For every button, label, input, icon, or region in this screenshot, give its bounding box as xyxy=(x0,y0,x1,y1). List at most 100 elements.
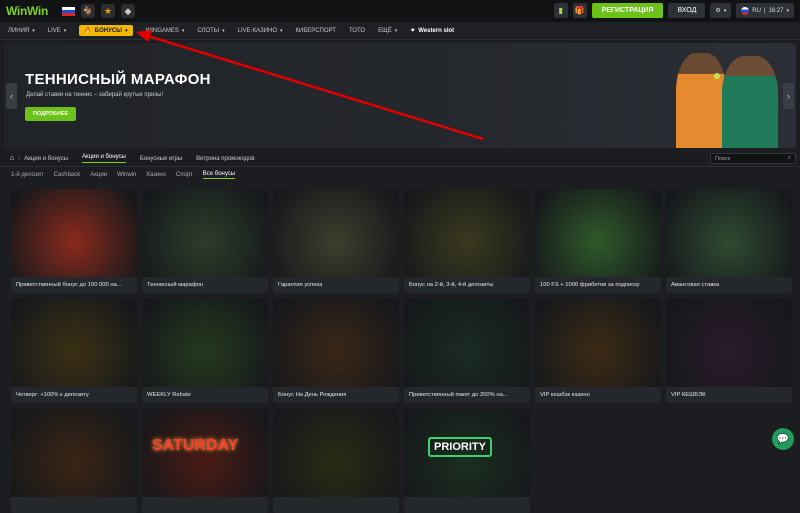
hero-player-man xyxy=(722,56,778,148)
bonus-card[interactable]: Бонус На День Рождения xyxy=(273,299,399,403)
russia-flag-icon[interactable] xyxy=(62,7,75,16)
register-button[interactable]: РЕГИСТРАЦИЯ xyxy=(592,3,664,18)
search-icon: ⌕ xyxy=(788,155,791,162)
bonus-card-label: Гарантия успеха xyxy=(273,277,399,293)
filter-all-bonuses[interactable]: Все бонусы xyxy=(203,171,235,179)
bonus-card[interactable]: VIP кешбэк казино xyxy=(535,299,661,403)
filter-promotions[interactable]: Акции xyxy=(90,172,107,178)
bonus-card-image xyxy=(404,189,530,277)
hero-player-woman xyxy=(676,53,726,148)
bonus-card[interactable]: 100 FS + 1000 фрибетов за подписку xyxy=(535,189,661,293)
hero-more-button[interactable]: ПОДРОБНЕЕ xyxy=(25,107,76,121)
bonus-card-image xyxy=(273,189,399,277)
nav-item-slots[interactable]: СЛОТЫ▾ xyxy=(197,28,224,34)
search-input[interactable]: Поиск⌕ xyxy=(710,153,796,164)
game-icon[interactable]: ◆ xyxy=(121,4,135,18)
filter-first-deposit[interactable]: 1-й депозит xyxy=(11,172,44,178)
filter-sport[interactable]: Спорт xyxy=(176,172,193,178)
bonus-card-label: WEEKLY Rebate xyxy=(142,387,268,403)
bonus-card-label: Приветственный пакет до 200% на... xyxy=(404,387,530,403)
nav-item-live[interactable]: LIVE▾ xyxy=(48,28,67,34)
bonus-card-label: Теннисный марафон xyxy=(142,277,268,293)
bonus-card-image xyxy=(11,299,137,387)
bonus-card[interactable]: Бонус на 2-й, 3-й, 4-й депозиты xyxy=(404,189,530,293)
sub-nav: ⌂ › Акции и бонусы Акции и бонусы Бонусн… xyxy=(0,151,800,167)
goat-icon[interactable]: 🐐 xyxy=(81,4,95,18)
logo[interactable]: WinWin xyxy=(6,4,48,18)
tab-bonus-games[interactable]: Бонусные игры xyxy=(140,156,182,162)
lang-label: RU xyxy=(752,8,761,14)
bonus-card-image xyxy=(11,189,137,277)
bonus-card-label: VIP кешбэк казино xyxy=(535,387,661,403)
bonus-card-image xyxy=(666,189,792,277)
bonus-card-label: Приветственный бонус до 100 000 на... xyxy=(11,277,137,293)
bonus-card-label: 100 FS + 1000 фрибетов за подписку xyxy=(535,277,661,293)
tab-promo-codes[interactable]: Витрина промокодов xyxy=(196,156,254,162)
bonus-card-label: Четверг: +100% к депозиту xyxy=(11,387,137,403)
home-icon[interactable]: ⌂ xyxy=(10,155,14,162)
bonus-card[interactable]: Теннисный марафон xyxy=(142,189,268,293)
bonus-card[interactable]: Четверг: +100% к депозиту xyxy=(11,299,137,403)
bonus-card[interactable]: WEEKLY Rebate xyxy=(142,299,268,403)
bonus-card[interactable]: Гарантия успеха xyxy=(273,189,399,293)
star-icon: ✦ xyxy=(410,27,415,34)
bonus-card-label xyxy=(11,497,137,513)
gift-icon[interactable]: 🎁 xyxy=(573,3,587,18)
nav-item-bonuses[interactable]: 🔥БОНУСЫ▾ xyxy=(79,25,132,36)
bonus-card-image xyxy=(535,299,661,387)
nav-item-western-slot[interactable]: ✦Western slot xyxy=(410,27,454,34)
time-label: 16:27 xyxy=(768,8,783,14)
bonus-card[interactable]: Приветственный пакет до 200% на... xyxy=(404,299,530,403)
bonus-card-image xyxy=(142,299,268,387)
bonus-grid: Приветственный бонус до 100 000 на... Тен… xyxy=(11,189,791,513)
nav-item-live-casino[interactable]: LIVE-КАЗИНО▾ xyxy=(238,28,283,34)
promo-icon[interactable]: ★ xyxy=(101,4,115,18)
hero-title: ТЕННИСНЫЙ МАРАФОН xyxy=(25,71,211,88)
bonus-card-image xyxy=(11,409,137,497)
bonus-card-image xyxy=(535,189,661,277)
tab-promotions[interactable]: Акции и бонусы xyxy=(82,154,126,163)
nav-item-esports[interactable]: КИБЕРСПОРТ xyxy=(296,28,336,34)
ru-flag-icon xyxy=(741,7,749,15)
breadcrumb[interactable]: Акции и бонусы xyxy=(24,156,68,162)
top-bar: WinWin 🐐 ★ ◆ ▮ 🎁 РЕГИСТРАЦИЯ ВХОД ⚙ ▾ RU… xyxy=(0,0,800,22)
filter-cashback[interactable]: Cashback xyxy=(54,172,81,178)
priority-art-text: PRIORITY xyxy=(428,437,492,457)
nav-item-line[interactable]: ЛИНИЯ▾ xyxy=(8,28,35,34)
bonus-card-image xyxy=(273,409,399,497)
filter-bar: 1-й депозит Cashback Акции Winwin Казино… xyxy=(0,168,800,182)
login-button[interactable]: ВХОД xyxy=(668,3,705,18)
settings-button[interactable]: ⚙ ▾ xyxy=(710,3,731,18)
fire-icon: 🔥 xyxy=(84,27,91,34)
bonus-card[interactable]: Приветственный бонус до 100 000 на... xyxy=(11,189,137,293)
bonus-card-image: PRIORITY xyxy=(404,409,530,497)
chat-button[interactable]: 💬 xyxy=(772,428,794,450)
filter-winwin[interactable]: Winwin xyxy=(117,172,136,178)
bonus-card-image: SATURDAY xyxy=(142,409,268,497)
bonus-card[interactable] xyxy=(11,409,137,513)
language-time-selector[interactable]: RU | 16:27 ▾ xyxy=(736,3,794,18)
bonus-card-label: Бонус На День Рождения xyxy=(273,387,399,403)
bonus-card-label xyxy=(273,497,399,513)
bonus-card[interactable] xyxy=(273,409,399,513)
hero-next-button[interactable]: › xyxy=(783,83,794,109)
tennis-ball-icon xyxy=(714,73,720,79)
bonus-card[interactable]: SATURDAY xyxy=(142,409,268,513)
bonus-card-image xyxy=(273,299,399,387)
bonus-card-image xyxy=(142,189,268,277)
bonus-card[interactable]: PRIORITY xyxy=(404,409,530,513)
hero-subtitle: Делай ставки на теннис – забирай крутые … xyxy=(26,92,163,98)
hero-prev-button[interactable]: ‹ xyxy=(6,83,17,109)
bonus-card-label: Бонус на 2-й, 3-й, 4-й депозиты xyxy=(404,277,530,293)
bonus-card[interactable]: Авансовая ставка xyxy=(666,189,792,293)
nav-item-wingames[interactable]: WINGAMES▾ xyxy=(146,28,185,34)
hero-banner[interactable]: ‹ › ТЕННИСНЫЙ МАРАФОН Делай ставки на те… xyxy=(4,43,796,148)
nav-item-more[interactable]: ЕЩЁ▾ xyxy=(378,28,397,34)
bonus-card-label: Авансовая ставка xyxy=(666,277,792,293)
filter-casino[interactable]: Казино xyxy=(146,172,166,178)
bonus-card-image xyxy=(404,299,530,387)
bonus-card-label: VIP КЕШБЭК xyxy=(666,387,792,403)
bonus-card[interactable]: VIP КЕШБЭК xyxy=(666,299,792,403)
nav-item-toto[interactable]: ТОТО xyxy=(349,28,365,34)
app-icon[interactable]: ▮ xyxy=(554,3,568,18)
